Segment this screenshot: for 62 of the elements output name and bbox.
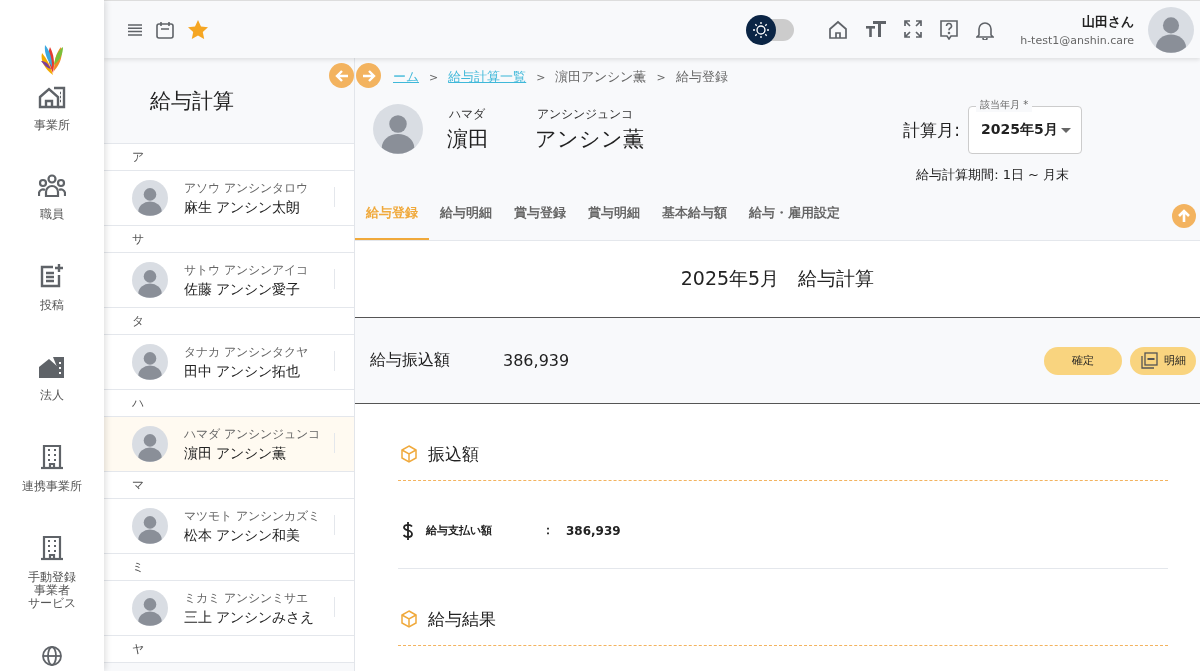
nav-item[interactable]: 事業所 — [4, 81, 100, 137]
tab[interactable]: 給与明細 — [429, 205, 503, 240]
nav-item[interactable]: 連携事業所 — [4, 439, 100, 497]
summary-amount: 386,939 — [503, 351, 571, 370]
field-label: 給与支払い額 — [426, 523, 493, 538]
staff-row[interactable]: ハマダ アンシンジュンコ 濵田 アンシン薫 — [104, 417, 354, 472]
confirm-button[interactable]: 確定 — [1044, 346, 1122, 375]
nav-label: 事業者 — [34, 584, 70, 598]
tab[interactable]: 賞与登録 — [503, 205, 577, 240]
field-separator: ： — [542, 522, 554, 539]
staff-name: 麻生 アンシン太朗 — [184, 198, 302, 217]
summary-label: 給与振込額 — [370, 350, 451, 371]
staff-kana: アソウ アンシンタロウ — [184, 179, 308, 197]
staff-kana: タナカ アンシンタクヤ — [184, 343, 308, 361]
breadcrumb-separator: > — [656, 70, 666, 84]
nav-item[interactable]: 手動登録 事業者 サービス — [4, 530, 100, 615]
staff-row[interactable]: ミカミ アンシンミサエ 三上 アンシンみさえ — [104, 581, 354, 636]
field-value: 386,939 — [566, 523, 621, 538]
nav-item[interactable]: 投稿 — [4, 259, 100, 317]
nav-label: 手動登録 — [28, 570, 76, 584]
statement-button[interactable]: 明細 — [1130, 346, 1196, 375]
family-name: 濵田 — [447, 125, 489, 153]
group-header: ア — [104, 144, 354, 171]
month-label: 計算月: — [903, 118, 960, 142]
group-header: ハ — [104, 390, 354, 417]
staff-row[interactable]: マツモト アンシンカズミ 松本 アンシン和美 — [104, 499, 354, 554]
nav-item[interactable]: 法人 — [4, 350, 100, 406]
breadcrumb-separator: > — [429, 70, 439, 84]
staff-name: 濵田 アンシン薫 — [184, 444, 288, 463]
group-header: マ — [104, 472, 354, 499]
staff-name: 佐藤 アンシン愛子 — [184, 280, 302, 299]
user-name: 山田さん — [1082, 12, 1134, 31]
staff-name: 三上 アンシンみさえ — [184, 608, 315, 627]
field-label: 該当年月 * — [976, 98, 1033, 112]
tab[interactable]: 給与・雇用設定 — [738, 205, 851, 240]
staff-row[interactable]: アソウ アンシンタロウ 麻生 アンシン太朗 — [104, 171, 354, 226]
staff-row[interactable]: サトウ アンシンアイコ 佐藤 アンシン愛子 — [104, 253, 354, 308]
staff-kana: ミカミ アンシンミサエ — [184, 589, 309, 607]
section-title: 給与結果 — [428, 611, 496, 628]
tab[interactable]: 賞与明細 — [577, 205, 651, 240]
given-name-kana: アンシンジュンコ — [536, 105, 633, 123]
given-name: アンシン薫 — [535, 125, 644, 153]
group-header: ミ — [104, 554, 354, 581]
staff-kana: ハマダ アンシンジュンコ — [184, 425, 320, 443]
group-header: ヤ — [104, 636, 354, 663]
nav-label: サービス — [28, 597, 76, 611]
staff-kana: サトウ アンシンアイコ — [184, 261, 308, 279]
breadcrumb-separator: > — [536, 70, 546, 84]
section-title: 振込額 — [428, 446, 479, 463]
breadcrumb-item: 給与登録 — [675, 68, 728, 86]
user-email: h-test1@anshin.care — [1020, 33, 1134, 47]
staff-kana: マツモト アンシンカズミ — [184, 507, 320, 525]
staff-row[interactable]: タナカ アンシンタクヤ 田中 アンシン拓也 — [104, 335, 354, 390]
tab[interactable]: 基本給与額 — [651, 205, 738, 240]
family-name-kana: ハマダ — [448, 105, 485, 123]
group-header: タ — [104, 308, 354, 335]
nav-item[interactable]: 職員 — [4, 170, 100, 226]
staff-name: 松本 アンシン和美 — [184, 526, 302, 545]
group-header: サ — [104, 226, 354, 253]
period-text: 給与計算期間: 1日 ~ 月末 — [916, 166, 1070, 184]
breadcrumb-item: 濵田アンシン薫 — [555, 68, 647, 86]
staff-name: 田中 アンシン拓也 — [184, 362, 302, 381]
